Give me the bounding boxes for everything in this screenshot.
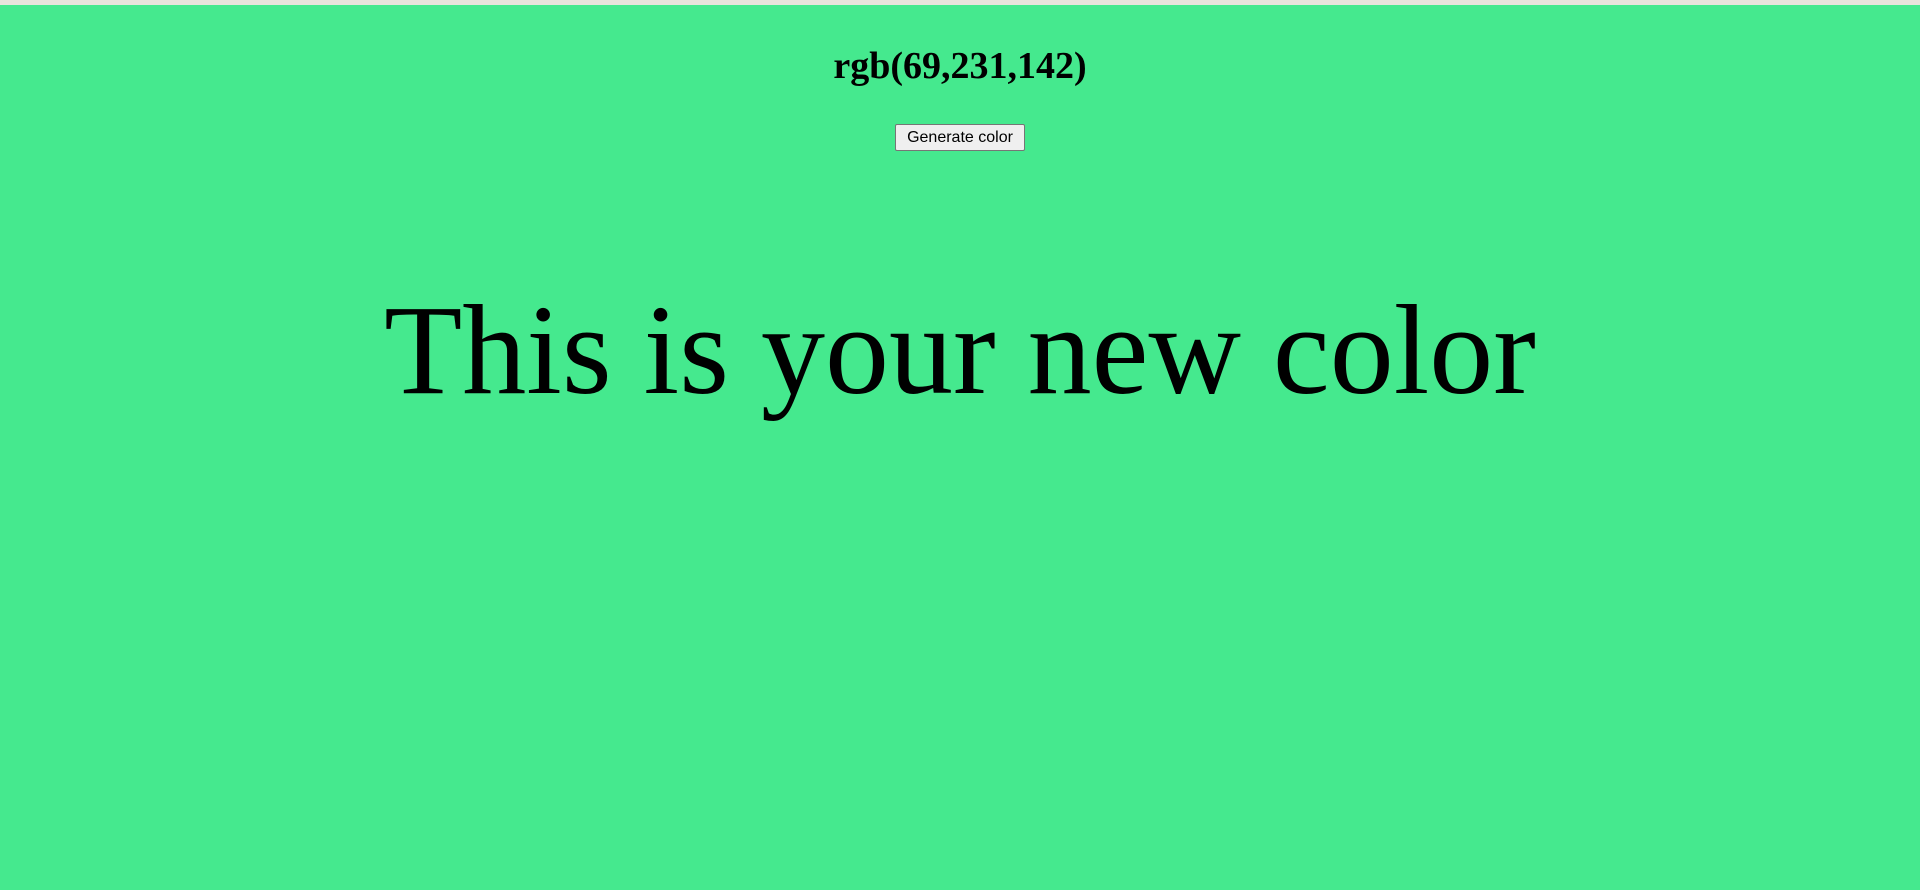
color-code-heading: rgb(69,231,142) [833, 45, 1087, 87]
new-color-message: This is your new color [384, 279, 1536, 421]
generate-color-button[interactable]: Generate color [895, 124, 1025, 151]
color-generator-page: rgb(69,231,142) Generate color This is y… [0, 0, 1920, 890]
